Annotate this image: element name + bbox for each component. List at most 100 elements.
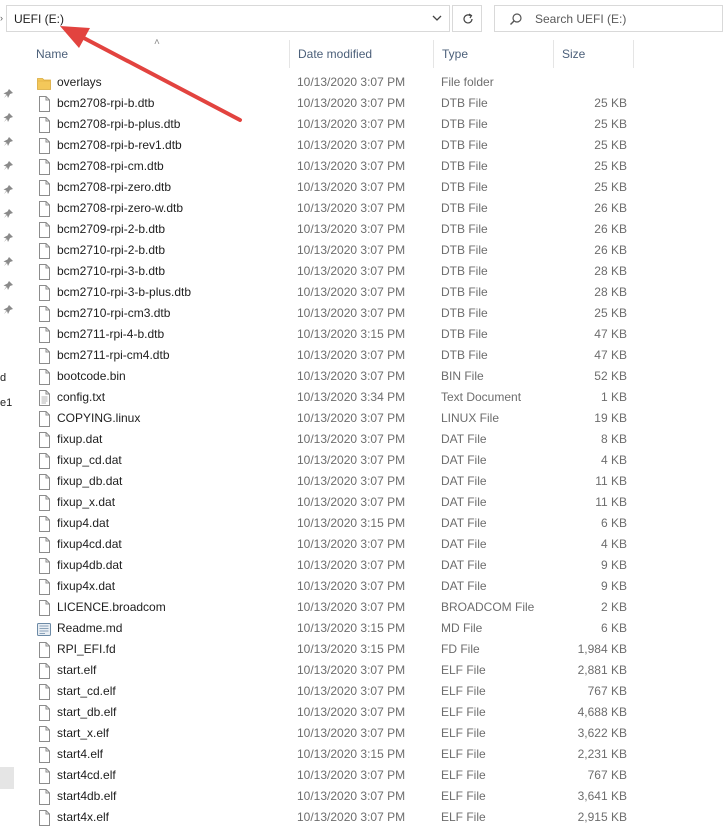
file-icon (39, 684, 50, 700)
address-path[interactable]: UEFI (E:) (14, 12, 64, 26)
address-bar[interactable]: UEFI (E:) (6, 5, 450, 32)
file-row[interactable]: RPI_EFI.fd 10/13/2020 3:15 PM FD File 1,984… (28, 639, 723, 660)
file-row[interactable]: bcm2708-rpi-b.dtb 10/13/2020 3:07 PM DTB F… (28, 93, 723, 114)
file-row[interactable]: fixup_cd.dat 10/13/2020 3:07 PM DAT File 4 … (28, 450, 723, 471)
file-row[interactable]: fixup4cd.dat 10/13/2020 3:07 PM DAT File 4 … (28, 534, 723, 555)
file-row[interactable]: bcm2711-rpi-4-b.dtb 10/13/2020 3:15 PM DTB… (28, 324, 723, 345)
file-size: 9 KB (600, 558, 627, 572)
file-icon (39, 642, 50, 658)
file-type: BIN File (441, 369, 484, 383)
file-row[interactable]: config.txt 10/13/2020 3:34 PM Text Documen… (28, 387, 723, 408)
file-row[interactable]: bcm2711-rpi-cm4.dtb 10/13/2020 3:07 PM DTB… (28, 345, 723, 366)
file-size: 26 KB (594, 243, 627, 257)
file-row[interactable]: start4db.elf 10/13/2020 3:07 PM ELF File 3,… (28, 786, 723, 807)
file-name: RPI_EFI.fd (57, 642, 116, 656)
refresh-button[interactable] (452, 5, 482, 32)
file-row[interactable]: COPYING.linux 10/13/2020 3:07 PM LINUX Fil… (28, 408, 723, 429)
file-row[interactable]: fixup_db.dat 10/13/2020 3:07 PM DAT File 11… (28, 471, 723, 492)
file-row[interactable]: fixup_x.dat 10/13/2020 3:07 PM DAT File 11 … (28, 492, 723, 513)
file-size: 9 KB (600, 579, 627, 593)
file-row[interactable]: LICENCE.broadcom 10/13/2020 3:07 PM BROADC… (28, 597, 723, 618)
file-row[interactable]: bcm2708-rpi-zero.dtb 10/13/2020 3:07 PM DT… (28, 177, 723, 198)
file-icon (39, 201, 50, 217)
file-row[interactable]: start_cd.elf 10/13/2020 3:07 PM ELF File 76… (28, 681, 723, 702)
column-header-name[interactable]: Name (28, 40, 290, 68)
file-icon (39, 558, 50, 574)
file-size: 2,231 KB (577, 747, 627, 761)
file-row[interactable]: bcm2710-rpi-cm3.dtb 10/13/2020 3:07 PM DTB… (28, 303, 723, 324)
file-row[interactable]: start_x.elf 10/13/2020 3:07 PM ELF File 3,6… (28, 723, 723, 744)
pin-icon[interactable] (2, 184, 14, 196)
nav-item-label[interactable]: e1 (0, 397, 12, 409)
file-row[interactable]: overlays 10/13/2020 3:07 PM File folder (28, 72, 723, 93)
file-row[interactable]: start_db.elf 10/13/2020 3:07 PM ELF File 4,… (28, 702, 723, 723)
file-row[interactable]: bcm2710-rpi-2-b.dtb 10/13/2020 3:07 PM DTB… (28, 240, 723, 261)
file-row[interactable]: bcm2708-rpi-zero-w.dtb 10/13/2020 3:07 PM… (28, 198, 723, 219)
markdown-file-icon (37, 623, 51, 636)
file-row[interactable]: bcm2709-rpi-2-b.dtb 10/13/2020 3:07 PM DTB… (28, 219, 723, 240)
file-row[interactable]: start4cd.elf 10/13/2020 3:07 PM ELF File 76… (28, 765, 723, 786)
file-icon (39, 789, 50, 805)
file-type: DAT File (441, 495, 487, 509)
file-type: ELF File (441, 726, 486, 740)
file-row[interactable]: fixup4.dat 10/13/2020 3:15 PM DAT File 6 KB (28, 513, 723, 534)
file-row[interactable]: bcm2708-rpi-b-plus.dtb 10/13/2020 3:07 PM… (28, 114, 723, 135)
file-row[interactable]: bcm2708-rpi-b-rev1.dtb 10/13/2020 3:07 PM… (28, 135, 723, 156)
file-name: bcm2708-rpi-b-plus.dtb (57, 117, 181, 131)
file-name: fixup_x.dat (57, 495, 116, 509)
pin-icon[interactable] (2, 256, 14, 268)
file-date-modified: 10/13/2020 3:07 PM (297, 159, 406, 173)
file-row[interactable]: start.elf 10/13/2020 3:07 PM ELF File 2,881… (28, 660, 723, 681)
file-type: DTB File (441, 138, 488, 152)
file-date-modified: 10/13/2020 3:07 PM (297, 537, 406, 551)
file-size: 28 KB (594, 264, 627, 278)
file-row[interactable]: fixup4db.dat 10/13/2020 3:07 PM DAT File 9 … (28, 555, 723, 576)
file-name: config.txt (57, 390, 106, 404)
nav-item-label[interactable]: d (0, 372, 6, 384)
pin-icon[interactable] (2, 232, 14, 244)
file-type: DTB File (441, 159, 488, 173)
file-row[interactable]: start4.elf 10/13/2020 3:15 PM ELF File 2,23… (28, 744, 723, 765)
breadcrumb-chevron-icon[interactable]: › (0, 13, 3, 23)
file-type: DAT File (441, 579, 487, 593)
pin-icon[interactable] (2, 208, 14, 220)
pin-icon[interactable] (2, 304, 14, 316)
file-size: 4 KB (600, 537, 627, 551)
column-header-date[interactable]: Date modified (290, 40, 434, 68)
file-name: bcm2711-rpi-4-b.dtb (57, 327, 165, 341)
refresh-icon (463, 13, 473, 24)
file-row[interactable]: start4x.elf 10/13/2020 3:07 PM ELF File 2,9… (28, 807, 723, 828)
file-size: 25 KB (594, 138, 627, 152)
file-row[interactable]: bcm2710-rpi-3-b.dtb 10/13/2020 3:07 PM DTB… (28, 261, 723, 282)
file-row[interactable]: bcm2708-rpi-cm.dtb 10/13/2020 3:07 PM DTB … (28, 156, 723, 177)
file-row[interactable]: fixup4x.dat 10/13/2020 3:07 PM DAT File 9 K… (28, 576, 723, 597)
file-name: start4x.elf (57, 810, 110, 824)
file-row[interactable]: fixup.dat 10/13/2020 3:07 PM DAT File 8 KB (28, 429, 723, 450)
file-name: fixup4.dat (57, 516, 110, 530)
search-box[interactable] (494, 5, 723, 32)
file-icon (39, 117, 50, 133)
file-row[interactable]: bcm2710-rpi-3-b-plus.dtb 10/13/2020 3:07 … (28, 282, 723, 303)
pin-icon[interactable] (2, 136, 14, 148)
file-name: bcm2711-rpi-cm4.dtb (57, 348, 170, 362)
file-row[interactable]: bootcode.bin 10/13/2020 3:07 PM BIN File 52… (28, 366, 723, 387)
file-icon (39, 432, 50, 448)
chevron-down-icon[interactable] (431, 12, 443, 24)
column-header-size[interactable]: Size (554, 40, 634, 68)
search-input[interactable] (535, 10, 715, 28)
file-date-modified: 10/13/2020 3:15 PM (297, 642, 406, 656)
file-date-modified: 10/13/2020 3:07 PM (297, 600, 406, 614)
pin-icon[interactable] (2, 88, 14, 100)
file-date-modified: 10/13/2020 3:15 PM (297, 516, 406, 530)
file-date-modified: 10/13/2020 3:07 PM (297, 243, 406, 257)
file-date-modified: 10/13/2020 3:15 PM (297, 327, 406, 341)
pin-icon[interactable] (2, 280, 14, 292)
file-row[interactable]: Readme.md 10/13/2020 3:15 PM MD File 6 KB (28, 618, 723, 639)
pin-icon[interactable] (2, 112, 14, 124)
nav-item-selected[interactable] (0, 767, 14, 789)
pin-icon[interactable] (2, 160, 14, 172)
file-date-modified: 10/13/2020 3:07 PM (297, 432, 406, 446)
file-date-modified: 10/13/2020 3:07 PM (297, 264, 406, 278)
column-header-type[interactable]: Type (434, 40, 554, 68)
file-icon (39, 663, 50, 679)
